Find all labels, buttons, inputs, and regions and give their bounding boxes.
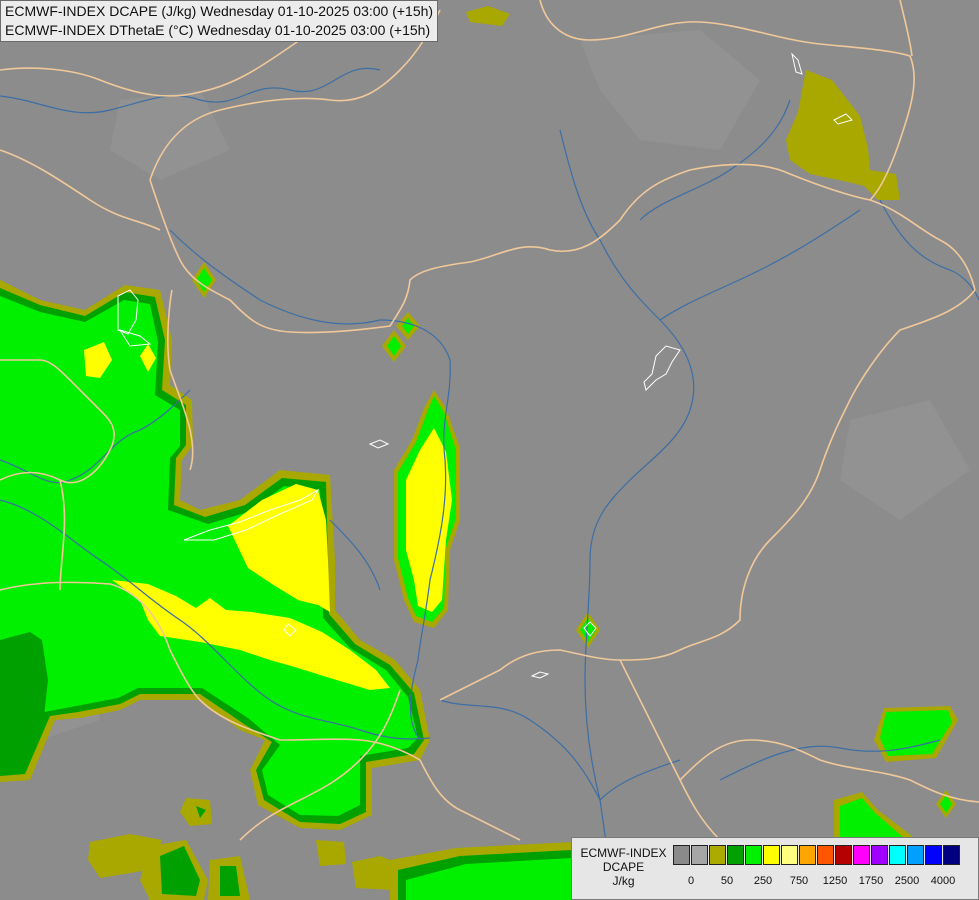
- map-title-dcape: ECMWF-INDEX DCAPE (J/kg) Wednesday 01-10…: [5, 3, 434, 19]
- map-title-dthetae: ECMWF-INDEX DThetaE (°C) Wednesday 01-10…: [5, 22, 431, 38]
- legend-swatch: [691, 845, 708, 865]
- legend-title: ECMWF-INDEX DCAPE J/kg: [576, 846, 671, 888]
- legend-title-variable: DCAPE: [602, 860, 645, 874]
- legend-swatch: [709, 845, 726, 865]
- legend-tick-label: 2500: [894, 875, 920, 887]
- legend-tick-label: 50: [720, 875, 734, 887]
- legend-swatch: [925, 845, 942, 865]
- legend-swatch: [853, 845, 870, 865]
- legend-swatch: [781, 845, 798, 865]
- weather-map: [0, 0, 979, 900]
- legend-swatch: [727, 845, 744, 865]
- legend-swatch: [889, 845, 906, 865]
- legend-title-model: ECMWF-INDEX: [580, 846, 667, 860]
- legend-swatches: [673, 845, 961, 867]
- legend-tick-label: 0: [687, 875, 695, 887]
- legend-swatch: [673, 845, 690, 865]
- legend-swatch: [799, 845, 816, 865]
- legend-swatch: [943, 845, 960, 865]
- legend-swatch: [871, 845, 888, 865]
- color-legend: ECMWF-INDEX DCAPE J/kg 0 50 250 750 1250 1750…: [571, 837, 979, 900]
- legend-ticks: 0 50 250 750 1250 1750 2500 4000: [673, 875, 973, 889]
- legend-unit: J/kg: [612, 874, 635, 888]
- legend-tick-label: 4000: [930, 875, 956, 887]
- legend-swatch: [907, 845, 924, 865]
- legend-tick-label: 250: [753, 875, 773, 887]
- legend-swatch: [817, 845, 834, 865]
- legend-tick-label: 750: [789, 875, 809, 887]
- legend-swatch: [745, 845, 762, 865]
- legend-swatch: [763, 845, 780, 865]
- legend-tick-label: 1750: [858, 875, 884, 887]
- legend-swatch: [835, 845, 852, 865]
- map-title-box: ECMWF-INDEX DCAPE (J/kg) Wednesday 01-10…: [0, 0, 439, 42]
- legend-tick-label: 1250: [822, 875, 848, 887]
